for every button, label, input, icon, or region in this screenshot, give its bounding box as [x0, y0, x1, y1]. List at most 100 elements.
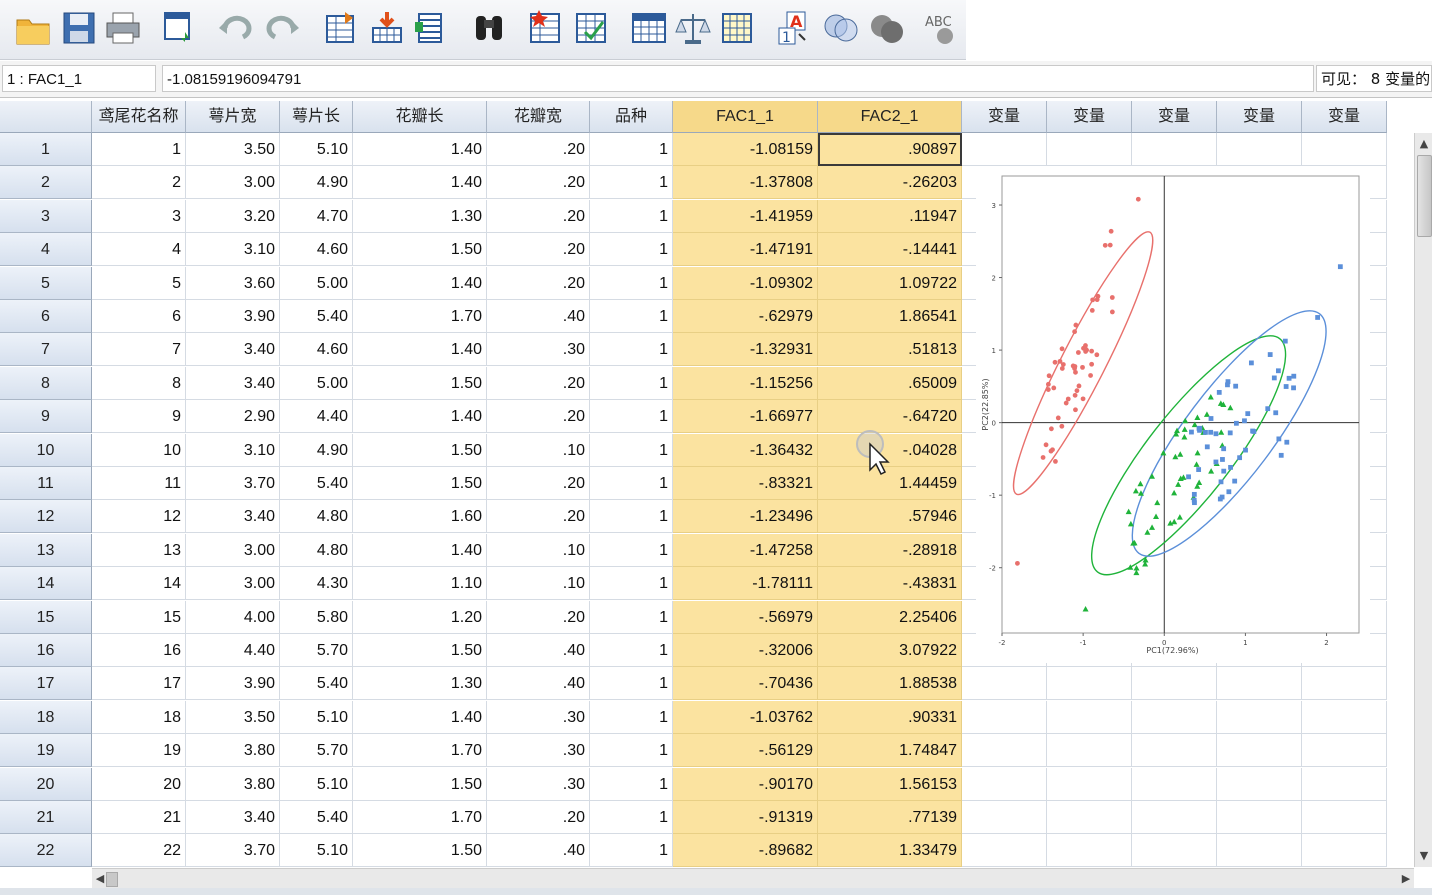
column-header[interactable]: 变量 — [1132, 101, 1217, 133]
table-cell[interactable]: -1.41959 — [673, 199, 818, 233]
table-cell[interactable]: -.56979 — [673, 600, 818, 634]
table-cell[interactable]: 5.40 — [280, 467, 353, 500]
empty-cell[interactable] — [1217, 834, 1302, 868]
table-cell[interactable]: 20 — [92, 767, 186, 801]
show-all-variables-icon[interactable] — [866, 6, 908, 50]
find-icon[interactable] — [468, 6, 510, 50]
table-cell[interactable]: 4.30 — [280, 567, 353, 601]
table-cell[interactable]: .20 — [487, 366, 590, 400]
row-number[interactable]: 14 — [0, 567, 92, 601]
grid-corner[interactable] — [0, 101, 92, 133]
row-number[interactable]: 16 — [0, 634, 92, 667]
table-cell[interactable]: .90897 — [818, 133, 962, 166]
table-cell[interactable]: -.14441 — [818, 233, 962, 267]
table-cell[interactable]: 1 — [590, 166, 673, 200]
table-cell[interactable]: 4.80 — [280, 533, 353, 567]
table-cell[interactable]: 1 — [590, 133, 673, 166]
scroll-up-icon[interactable]: ▲ — [1415, 135, 1432, 153]
variables-icon[interactable] — [410, 6, 452, 50]
table-cell[interactable]: .77139 — [818, 801, 962, 834]
row-number[interactable]: 11 — [0, 467, 92, 500]
empty-cell[interactable] — [1302, 834, 1387, 868]
empty-cell[interactable] — [1302, 801, 1387, 834]
undo-icon[interactable] — [214, 6, 256, 50]
table-cell[interactable]: 2.25406 — [818, 600, 962, 634]
table-cell[interactable]: -.62979 — [673, 300, 818, 333]
row-number[interactable]: 5 — [0, 266, 92, 300]
column-header[interactable]: 萼片长 — [280, 101, 353, 133]
table-cell[interactable]: 1.40 — [353, 333, 487, 367]
table-cell[interactable]: 5.40 — [280, 801, 353, 834]
empty-cell[interactable] — [1132, 734, 1217, 768]
table-cell[interactable]: 21 — [92, 801, 186, 834]
empty-cell[interactable] — [1047, 133, 1132, 166]
table-cell[interactable]: 18 — [92, 700, 186, 734]
table-cell[interactable]: 3.80 — [186, 767, 280, 801]
vertical-scrollbar[interactable]: ▲ ▼ — [1414, 133, 1432, 867]
table-cell[interactable]: 1 — [590, 333, 673, 367]
table-cell[interactable]: 1.56153 — [818, 767, 962, 801]
row-number[interactable]: 12 — [0, 500, 92, 534]
empty-cell[interactable] — [1217, 734, 1302, 768]
table-cell[interactable]: -1.23496 — [673, 500, 818, 534]
dialog-recall-icon[interactable] — [158, 6, 200, 50]
table-cell[interactable]: 1.30 — [353, 667, 487, 701]
table-cell[interactable]: -1.37808 — [673, 166, 818, 200]
table-cell[interactable]: 1 — [590, 600, 673, 634]
table-cell[interactable]: 3.40 — [186, 801, 280, 834]
row-number[interactable]: 17 — [0, 667, 92, 701]
table-cell[interactable]: 1 — [590, 366, 673, 400]
column-header[interactable]: 变量 — [1047, 101, 1132, 133]
table-cell[interactable]: 5.80 — [280, 600, 353, 634]
row-number[interactable]: 3 — [0, 199, 92, 233]
table-cell[interactable]: 4.60 — [280, 233, 353, 267]
table-cell[interactable]: -.32006 — [673, 634, 818, 667]
table-cell[interactable]: 5.10 — [280, 767, 353, 801]
table-cell[interactable]: 1.50 — [353, 433, 487, 467]
table-cell[interactable]: 19 — [92, 734, 186, 768]
empty-cell[interactable] — [1047, 734, 1132, 768]
table-cell[interactable]: .11947 — [818, 199, 962, 233]
empty-cell[interactable] — [962, 667, 1047, 701]
table-cell[interactable]: 1 — [590, 400, 673, 434]
table-cell[interactable]: 1.20 — [353, 600, 487, 634]
table-cell[interactable]: 1 — [590, 233, 673, 267]
row-number[interactable]: 20 — [0, 767, 92, 801]
table-cell[interactable]: 1.50 — [353, 634, 487, 667]
table-cell[interactable]: 7 — [92, 333, 186, 367]
empty-cell[interactable] — [1047, 767, 1132, 801]
table-cell[interactable]: 1.70 — [353, 801, 487, 834]
table-cell[interactable]: .20 — [487, 600, 590, 634]
row-number[interactable]: 8 — [0, 366, 92, 400]
table-cell[interactable]: 1.40 — [353, 700, 487, 734]
table-cell[interactable]: 1 — [590, 567, 673, 601]
table-cell[interactable]: 5.10 — [280, 700, 353, 734]
table-cell[interactable]: 10 — [92, 433, 186, 467]
table-cell[interactable]: -1.78111 — [673, 567, 818, 601]
table-cell[interactable]: 3.70 — [186, 467, 280, 500]
table-cell[interactable]: 1.40 — [353, 266, 487, 300]
empty-cell[interactable] — [1302, 700, 1387, 734]
table-cell[interactable]: 1.50 — [353, 467, 487, 500]
column-header[interactable]: 花瓣宽 — [487, 101, 590, 133]
table-cell[interactable]: .30 — [487, 700, 590, 734]
table-cell[interactable]: -.26203 — [818, 166, 962, 200]
table-cell[interactable]: 5.00 — [280, 266, 353, 300]
table-cell[interactable]: 5.40 — [280, 667, 353, 701]
empty-cell[interactable] — [1132, 801, 1217, 834]
table-cell[interactable]: .20 — [487, 133, 590, 166]
table-cell[interactable]: 1 — [590, 533, 673, 567]
weight-cases-icon[interactable] — [672, 6, 714, 50]
table-cell[interactable]: 1 — [590, 433, 673, 467]
column-header[interactable]: 花瓣长 — [353, 101, 487, 133]
table-cell[interactable]: -.28918 — [818, 533, 962, 567]
table-cell[interactable]: 1 — [590, 300, 673, 333]
empty-cell[interactable] — [1047, 834, 1132, 868]
table-cell[interactable]: 4.40 — [280, 400, 353, 434]
table-cell[interactable]: 1 — [590, 634, 673, 667]
goto-variable-icon[interactable] — [366, 6, 408, 50]
table-cell[interactable]: 8 — [92, 366, 186, 400]
table-cell[interactable]: 3.40 — [186, 333, 280, 367]
empty-cell[interactable] — [1217, 801, 1302, 834]
select-cases-icon[interactable] — [716, 6, 758, 50]
